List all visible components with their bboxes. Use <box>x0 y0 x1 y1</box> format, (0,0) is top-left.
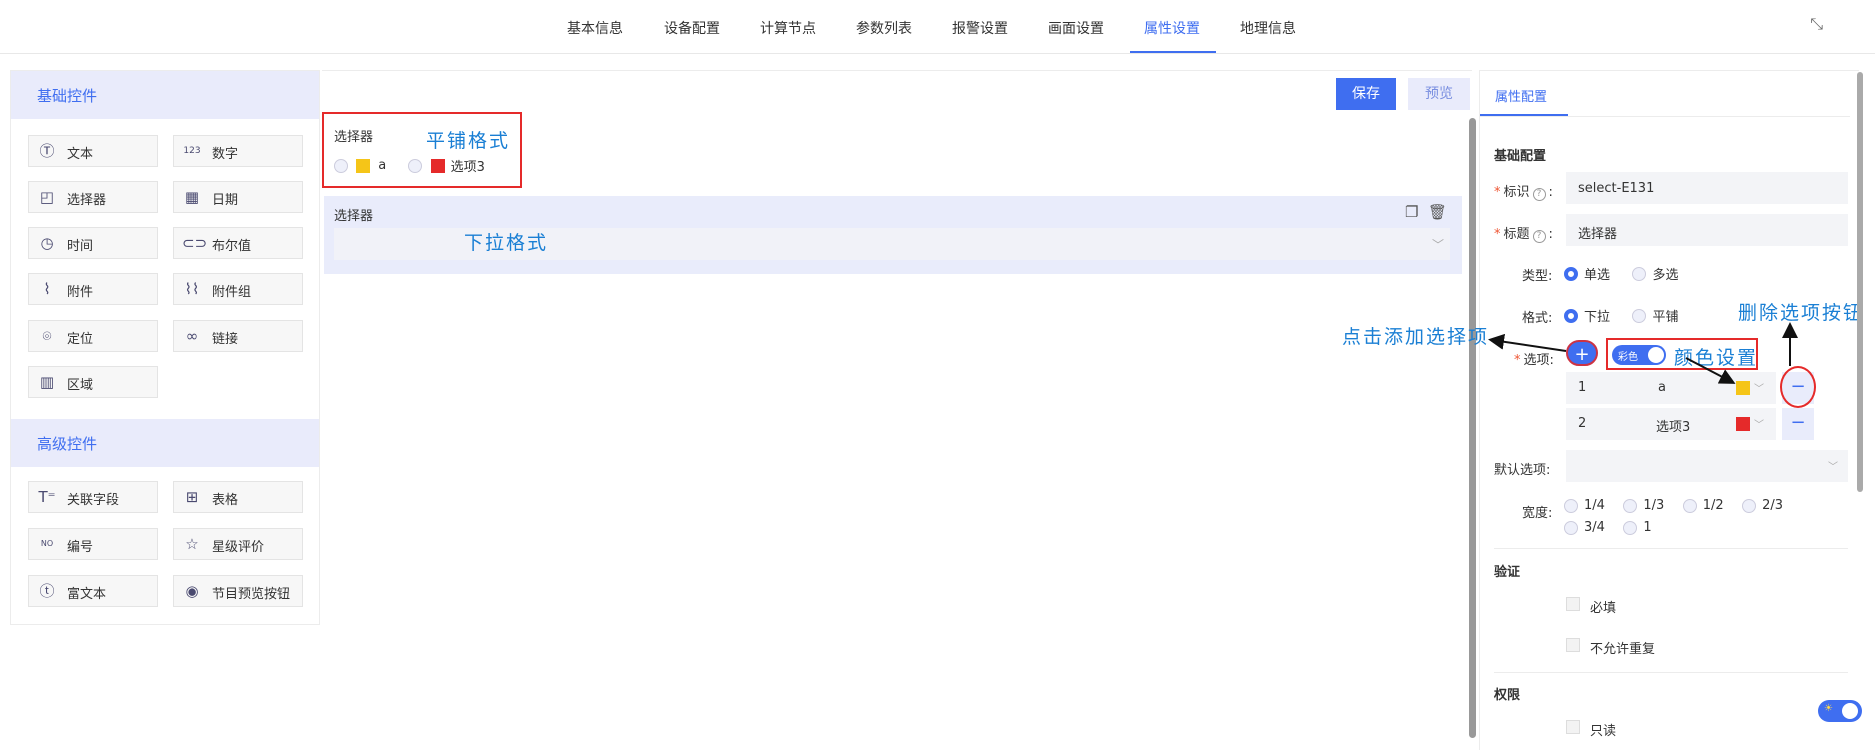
properties-scrollbar[interactable] <box>1857 72 1863 492</box>
required-checkbox[interactable] <box>1566 597 1580 611</box>
radio-width[interactable] <box>1564 521 1578 535</box>
permission-heading: 权限 <box>1494 688 1521 703</box>
divider <box>1494 548 1848 549</box>
arrow-add <box>1488 333 1567 352</box>
validation-heading: 验证 <box>1494 565 1521 580</box>
sun-icon: ☀ <box>1824 703 1833 714</box>
radio-width[interactable] <box>1742 499 1757 513</box>
default-option-label: 默认选项: <box>1494 463 1551 478</box>
no-duplicate-label: 不允许重复 <box>1590 642 1656 657</box>
readonly-checkbox[interactable] <box>1566 720 1580 734</box>
readonly-label: 只读 <box>1590 724 1617 739</box>
divider <box>1494 672 1848 673</box>
chevron-down-icon: ﹀ <box>1828 462 1838 473</box>
radio-width[interactable] <box>1564 499 1578 513</box>
default-option-select[interactable]: ﹀ <box>1566 450 1848 482</box>
width-label: 宽度: <box>1522 506 1553 521</box>
arrow-color <box>1685 357 1736 384</box>
toggle-knob <box>1842 703 1858 719</box>
radio-width[interactable] <box>1682 499 1697 513</box>
radio-width[interactable] <box>1623 499 1638 513</box>
width-radio-group: 1/4 1/3 1/2 2/3 3/4 1 <box>1564 495 1854 539</box>
radio-width[interactable] <box>1623 521 1638 535</box>
theme-toggle[interactable]: ☀ <box>1818 700 1862 722</box>
no-duplicate-checkbox[interactable] <box>1566 638 1580 652</box>
required-label: 必填 <box>1590 601 1617 616</box>
